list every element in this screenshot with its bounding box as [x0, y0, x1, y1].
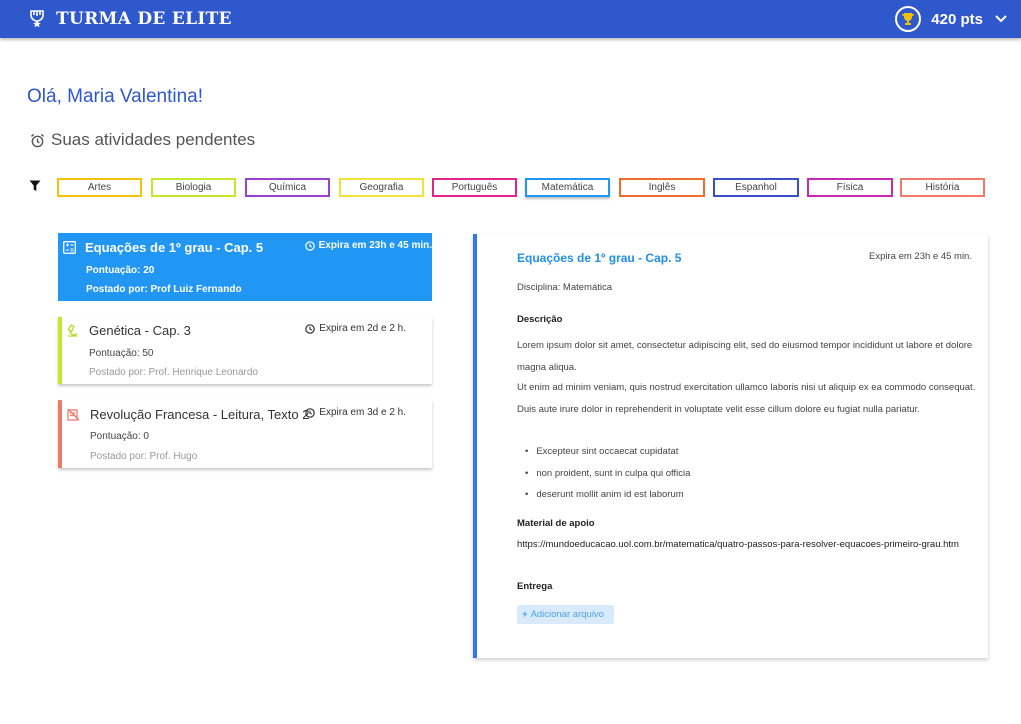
filter-chip-historia[interactable]: História — [900, 178, 985, 197]
activity-poster: Postado por: Prof Luiz Fernando — [86, 284, 242, 295]
filter-chip-label: Geografia — [359, 182, 404, 193]
add-file-button[interactable]: + Adicionar arquivo — [517, 605, 614, 624]
clock-icon — [304, 240, 315, 251]
filter-chip-label: Espanhol — [735, 182, 777, 193]
trophy-icon — [895, 6, 922, 32]
greeting: Olá, Maria Valentina! — [27, 86, 204, 107]
activity-card[interactable]: Genética - Cap. 3 Expira em 2d e 2 h. Po… — [58, 317, 432, 384]
detail-expiration: Expira em 23h e 45 min. — [869, 251, 972, 262]
filter-chip-label: Português — [451, 182, 498, 193]
points-value: 420 pts — [931, 10, 983, 28]
filter-chip-fisica[interactable]: Física — [807, 178, 893, 197]
clock-icon — [305, 407, 316, 418]
add-file-label: Adicionar arquivo — [530, 609, 604, 620]
plus-icon: + — [522, 609, 528, 620]
filter-chip-ingles[interactable]: Inglês — [619, 178, 705, 197]
activity-expiration: Expira em 3d e 2 h. — [305, 407, 406, 418]
activity-title: Revolução Francesa - Leitura, Texto 2 — [90, 407, 310, 422]
filter-chip-geografia[interactable]: Geografia — [339, 178, 424, 197]
pending-activities-title: Suas atividades pendentes — [30, 130, 255, 150]
delivery-heading: Entrega — [517, 581, 553, 592]
activity-score: Pontuação: 0 — [90, 431, 149, 442]
chevron-down-icon[interactable] — [995, 15, 1007, 23]
filter-chip-label: Química — [268, 182, 307, 193]
brand-name: TURMA DE ELITE — [56, 9, 232, 29]
description-list: Excepteur sint occaecat cupidatat non pr… — [525, 441, 690, 506]
microscope-icon — [67, 324, 78, 337]
activity-expiration: Expira em 2d e 2 h. — [305, 323, 406, 334]
award-icon — [30, 10, 44, 28]
filter-chip-label: Artes — [87, 182, 112, 193]
detail-subject: Disciplina: Matemática — [517, 282, 613, 293]
activity-score: Pontuação: 50 — [89, 348, 154, 359]
points-menu[interactable]: 420 pts — [895, 6, 1007, 32]
activity-poster: Postado por: Prof. Henrique Leonardo — [89, 367, 258, 378]
filter-chip-label: Matemática — [541, 182, 594, 193]
filter-chip-biologia[interactable]: Biologia — [151, 178, 236, 197]
brand[interactable]: TURMA DE ELITE — [30, 9, 232, 29]
filter-chip-label: Biologia — [175, 182, 212, 193]
filter-chip-label: História — [925, 182, 960, 193]
description-paragraph: Lorem ipsum dolor sit amet, consectetur … — [517, 340, 973, 373]
detail-title: Equações de 1º grau - Cap. 5 — [517, 251, 682, 265]
material-heading: Material de apoio — [517, 518, 595, 529]
activity-poster: Postado por: Prof. Hugo — [90, 451, 198, 462]
activity-detail-panel: Equações de 1º grau - Cap. 5 Expira em 2… — [473, 234, 988, 658]
activity-card-selected[interactable]: Equações de 1º grau - Cap. 5 Expira em 2… — [58, 233, 432, 301]
list-item: non proident, sunt in culpa qui officia — [525, 463, 690, 485]
activity-score: Pontuação: 20 — [86, 265, 155, 276]
filter-chip-label: Inglês — [648, 182, 676, 193]
material-link[interactable]: https://mundoeducacao.uol.com.br/matemat… — [517, 539, 982, 550]
list-item: deserunt mollit anim id est laborum — [525, 484, 690, 506]
filter-chip-quimica[interactable]: Química — [245, 178, 330, 197]
activity-expiration-text: Expira em 3d e 2 h. — [319, 407, 406, 418]
filter-icon[interactable] — [29, 180, 41, 192]
filter-chip-matematica[interactable]: Matemática — [525, 178, 610, 197]
activity-expiration-text: Expira em 2d e 2 h. — [319, 323, 406, 334]
filter-chip-espanhol[interactable]: Espanhol — [713, 178, 799, 197]
filter-chip-portugues[interactable]: Português — [432, 178, 517, 197]
activity-expiration: Expira em 23h e 45 min. — [304, 240, 432, 251]
description-heading: Descrição — [517, 314, 563, 325]
pending-label: Suas atividades pendentes — [51, 130, 256, 149]
alarm-clock-icon — [30, 133, 45, 147]
clock-icon — [305, 323, 316, 334]
activity-title: Genética - Cap. 3 — [89, 323, 191, 338]
filter-chip-label: Física — [836, 182, 864, 193]
activity-card[interactable]: Revolução Francesa - Leitura, Texto 2 Ex… — [58, 400, 432, 468]
activity-expiration-text: Expira em 23h e 45 min. — [318, 240, 432, 251]
top-bar: TURMA DE ELITE 420 pts — [0, 0, 1021, 38]
activity-title: Equações de 1º grau - Cap. 5 — [85, 240, 264, 255]
list-item: Excepteur sint occaecat cupidatat — [525, 441, 690, 463]
filter-chip-artes[interactable]: Artes — [57, 178, 142, 197]
calculator-icon — [63, 241, 76, 254]
description-paragraph: Ut enim ad minim veniam, quis nostrud ex… — [517, 382, 976, 415]
history-icon — [67, 408, 80, 421]
